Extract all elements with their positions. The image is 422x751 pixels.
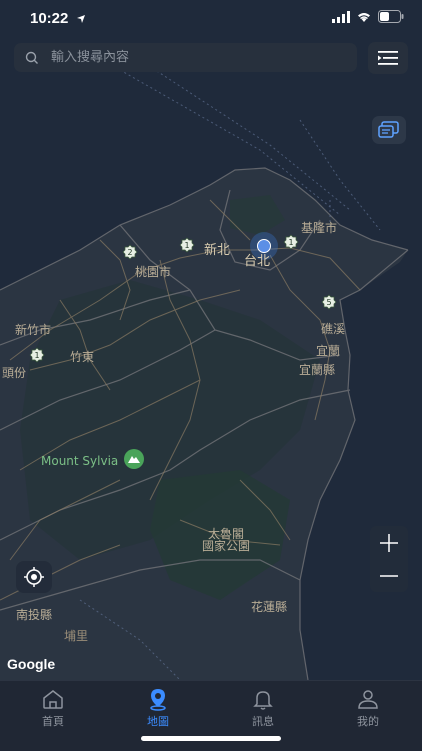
route-marker[interactable]: 2 [122, 244, 138, 260]
search-input[interactable] [49, 49, 333, 66]
search-bar[interactable] [14, 43, 357, 72]
list-menu-button[interactable] [368, 42, 408, 74]
bell-icon [253, 691, 273, 710]
list-menu-icon [378, 51, 398, 65]
map-label-keelung: 基隆市 [301, 221, 338, 235]
wifi-icon [358, 12, 370, 22]
google-logo: Google [7, 656, 56, 672]
status-bar: 10:22 [0, 0, 422, 38]
battery-icon [378, 10, 404, 23]
map-filter-button[interactable] [372, 116, 406, 144]
route-marker[interactable]: 1 [179, 237, 195, 253]
map-label-taoyuan: 桃園市 [135, 265, 172, 279]
zoom-control [370, 526, 408, 592]
route-marker-number: 1 [184, 241, 189, 250]
signal-icon [332, 10, 350, 23]
map-pin-icon [150, 689, 166, 711]
route-marker[interactable]: 5 [321, 294, 337, 310]
map-label-puli: 埔里 [64, 629, 89, 643]
home-icon [43, 690, 63, 709]
map-canvas [0, 0, 422, 680]
search-icon [25, 51, 38, 64]
route-marker-number: 1 [34, 351, 39, 360]
tab-map-label: 地圖 [147, 715, 169, 728]
tab-home-label: 首頁 [42, 715, 64, 728]
zoom-out-button[interactable] [370, 559, 408, 592]
user-icon [358, 690, 378, 709]
tab-profile-label: 我的 [357, 715, 379, 728]
map-view[interactable]: 2 1 1 5 1 基隆市 新北 台北 桃園市 新竹市 竹東 頭份 礁溪 宜蘭 … [0, 0, 422, 680]
map-label-jiaoxi: 礁溪 [321, 322, 346, 336]
map-label-taroko-2: 國家公園 [202, 539, 251, 553]
route-marker[interactable]: 1 [29, 347, 45, 363]
clock: 10:22 [30, 10, 69, 27]
route-marker-number: 1 [288, 238, 293, 247]
poi-mount-sylvia-label[interactable]: Mount Sylvia [41, 454, 118, 468]
tab-home[interactable]: 首頁 [13, 687, 93, 729]
map-label-nantou: 南投縣 [16, 608, 53, 622]
route-marker-number: 5 [326, 298, 331, 307]
route-marker[interactable]: 1 [283, 234, 299, 250]
map-label-yilan: 宜蘭 [316, 344, 341, 358]
tab-map[interactable]: 地圖 [118, 687, 198, 729]
map-label-yilan-county: 宜蘭縣 [299, 363, 336, 377]
tab-messages[interactable]: 訊息 [223, 687, 303, 729]
home-indicator[interactable] [141, 736, 281, 741]
tab-messages-label: 訊息 [252, 715, 274, 728]
map-label-zhubei: 竹東 [70, 350, 95, 364]
location-arrow-icon [76, 15, 85, 24]
status-time: 10:22 [30, 10, 86, 27]
crosshair-icon [24, 567, 44, 587]
map-label-taipei: 台北 [244, 254, 271, 269]
status-icons [332, 10, 404, 23]
zoom-in-button[interactable] [370, 526, 408, 559]
route-marker-number: 2 [127, 248, 132, 257]
map-label-hualien: 花蓮縣 [251, 600, 288, 614]
minus-icon [380, 574, 398, 577]
mountain-icon[interactable] [123, 448, 145, 470]
plus-icon [380, 533, 398, 552]
map-label-hsinchu-city: 新竹市 [15, 323, 52, 337]
my-location-button[interactable] [16, 561, 52, 593]
message-filter-icon [378, 121, 399, 138]
tab-profile[interactable]: 我的 [328, 687, 408, 729]
map-label-xinbei: 新北 [204, 243, 231, 258]
map-label-toufen: 頭份 [2, 366, 27, 380]
